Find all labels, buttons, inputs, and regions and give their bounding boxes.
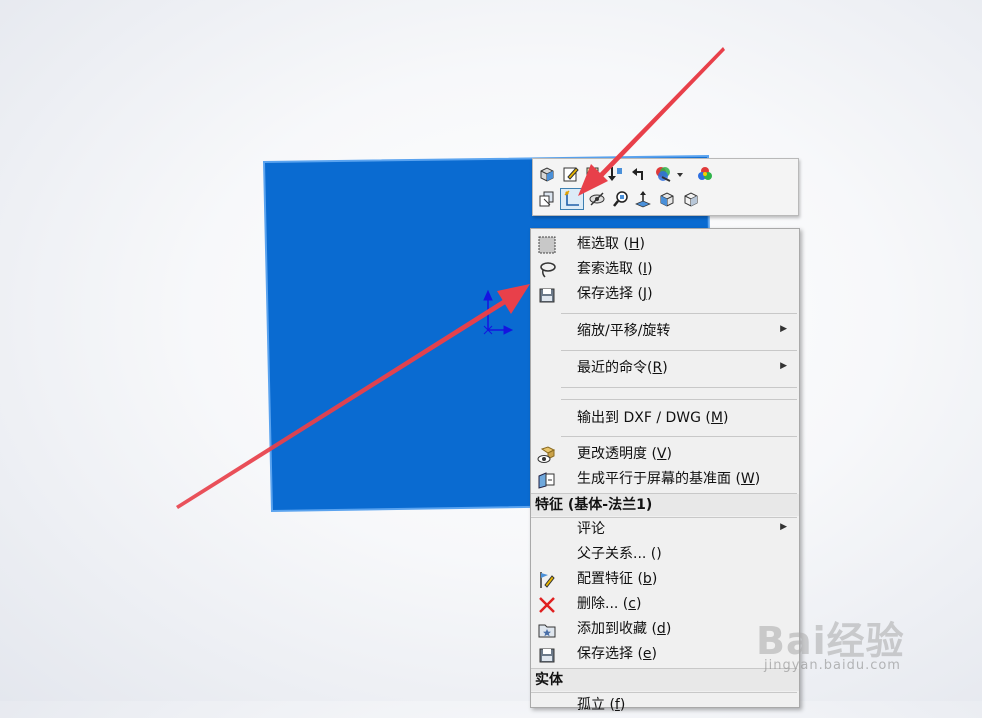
menu-item-configure-feature[interactable]: 配置特征 (b) [531, 567, 799, 592]
view-cube-icon[interactable] [681, 189, 701, 209]
configure-feature-icon [537, 570, 557, 590]
delete-icon [537, 595, 557, 615]
lasso-icon [537, 260, 557, 280]
save-selection-icon [537, 645, 557, 665]
transparency-icon [537, 445, 557, 465]
rollback-icon[interactable] [605, 164, 625, 184]
feature-section-header: 特征 (基体-法兰1) [531, 494, 799, 516]
menu-item-lasso-select[interactable]: 套索选取 (I) [531, 257, 799, 282]
menu-item-plane-parallel-to-screen[interactable]: 生成平行于屏幕的基准面 (W) [531, 467, 799, 492]
hide-icon[interactable] [587, 189, 607, 209]
menu-item-zoom-pan-rotate[interactable]: 缩放/平移/旋转 ▶ [531, 319, 799, 344]
menu-item-parent-child[interactable]: 父子关系... () [531, 542, 799, 567]
save-selection-icon [537, 285, 557, 305]
submenu-arrow-icon: ▶ [780, 324, 787, 334]
watermark: Bai经验 jingyan.baidu.com [752, 600, 978, 696]
normal-to-icon[interactable] [537, 164, 557, 184]
appearance-icon[interactable] [653, 164, 673, 184]
menu-item-save-selection[interactable]: 保存选择 (J) [531, 282, 799, 307]
graphics-area[interactable]: 框选取 (H) 套索选取 (I) 保存选择 (J) 缩放/平移/旋转 ▶ 最近的… [0, 0, 982, 713]
submenu-arrow-icon: ▶ [780, 522, 787, 532]
menu-item-export-dxf[interactable]: 输出到 DXF / DWG (M) [531, 406, 799, 431]
watermark-url: jingyan.baidu.com [764, 658, 901, 673]
menu-item-comment[interactable]: 评论 ▶ [531, 517, 799, 542]
sheet-metal-part[interactable] [0, 0, 982, 701]
select-other-icon[interactable] [537, 189, 557, 209]
dropdown-icon[interactable] [675, 164, 685, 184]
edit-appearance-icon[interactable] [695, 164, 715, 184]
favorite-folder-icon [537, 620, 557, 640]
menu-item-recent-commands[interactable]: 最近的命令(R) ▶ [531, 356, 799, 381]
sketch-icon[interactable] [560, 188, 584, 210]
menu-item-isolate[interactable]: 孤立 (f) [531, 693, 799, 718]
edit-sketch-icon[interactable] [561, 164, 581, 184]
isolate-icon[interactable] [657, 189, 677, 209]
menu-item-box-select[interactable]: 框选取 (H) [531, 232, 799, 257]
context-toolbar [532, 158, 799, 216]
normal-view-icon[interactable] [633, 189, 653, 209]
box-select-icon [537, 235, 557, 255]
undo-icon[interactable] [629, 164, 649, 184]
watermark-brand: Bai经验 [756, 619, 905, 663]
menu-item-change-transparency[interactable]: 更改透明度 (V) [531, 442, 799, 467]
edit-feature-icon[interactable] [583, 164, 603, 184]
submenu-arrow-icon: ▶ [780, 361, 787, 371]
zoom-to-selection-icon[interactable] [611, 189, 631, 209]
plane-icon [537, 470, 557, 490]
